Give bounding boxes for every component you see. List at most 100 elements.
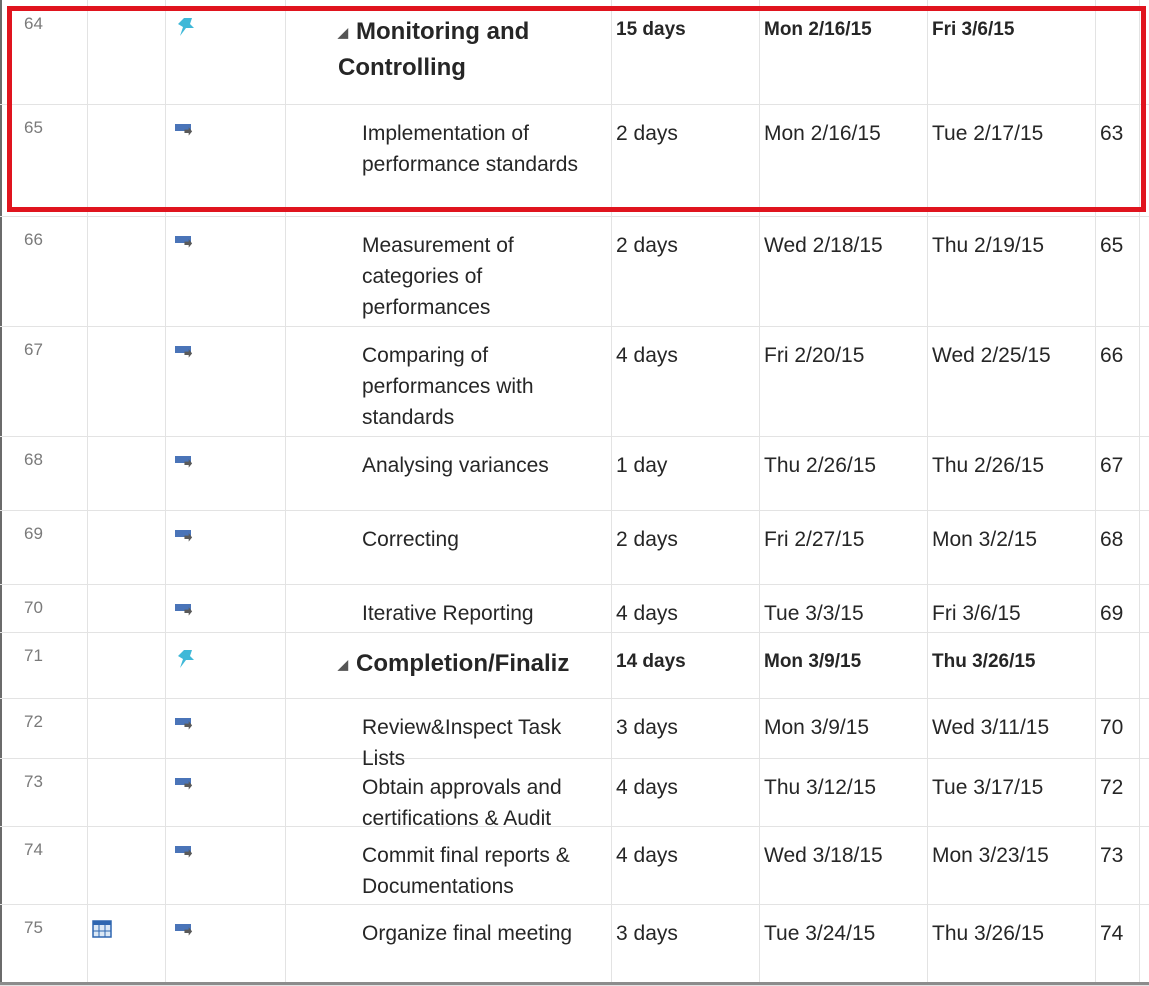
predecessors-cell[interactable]: 72	[1096, 758, 1140, 826]
task-mode-cell[interactable]	[166, 216, 286, 326]
finish-cell[interactable]: Mon 3/2/15	[928, 510, 1096, 584]
collapse-triangle-icon[interactable]: ◢	[338, 25, 348, 40]
task-row[interactable]: 67 Comparing of performances with standar…	[0, 326, 1149, 437]
task-row[interactable]: 73 Obtain approvals and certifications & …	[0, 758, 1149, 830]
duration-cell[interactable]: 3 days	[612, 904, 760, 985]
task-name-cell[interactable]: Iterative Reporting	[286, 584, 612, 632]
start-cell[interactable]: Fri 2/20/15	[760, 326, 928, 436]
row-id-cell[interactable]: 73	[0, 758, 88, 826]
predecessors-cell[interactable]: 63	[1096, 104, 1140, 216]
finish-cell[interactable]: Thu 3/26/15	[928, 632, 1096, 698]
task-name-cell[interactable]: Organize final meeting	[286, 904, 612, 985]
duration-cell[interactable]: 2 days	[612, 510, 760, 584]
row-id-cell[interactable]: 75	[0, 904, 88, 985]
task-mode-cell[interactable]	[166, 904, 286, 985]
duration-cell[interactable]: 15 days	[612, 0, 760, 104]
start-cell[interactable]: Fri 2/27/15	[760, 510, 928, 584]
task-mode-cell[interactable]	[166, 584, 286, 632]
task-name-cell[interactable]: Obtain approvals and certifications & Au…	[286, 758, 612, 830]
task-mode-cell[interactable]	[166, 758, 286, 826]
finish-cell[interactable]: Fri 3/6/15	[928, 0, 1096, 104]
predecessors-cell[interactable]: 73	[1096, 826, 1140, 904]
summary-task-row[interactable]: 71 ◢ Completion/Finaliz 14 days Mon 3/9/15 Th…	[0, 632, 1149, 699]
finish-cell[interactable]: Thu 3/26/15	[928, 904, 1096, 985]
task-row[interactable]: 72 Review&Inspect Task Lists 3 days Mon 3/9…	[0, 698, 1149, 770]
task-mode-cell[interactable]	[166, 826, 286, 904]
duration-cell[interactable]: 1 day	[612, 436, 760, 510]
start-cell[interactable]: Thu 2/26/15	[760, 436, 928, 510]
predecessors-cell[interactable]: 65	[1096, 216, 1140, 326]
task-row[interactable]: 68 Analysing variances 1 day Thu 2/26/15 Thu…	[0, 436, 1149, 511]
predecessors-cell[interactable]: 69	[1096, 584, 1140, 632]
finish-cell[interactable]: Thu 2/19/15	[928, 216, 1096, 326]
task-row[interactable]: 70 Iterative Reporting 4 days Tue 3/3/15 Fri…	[0, 584, 1149, 633]
row-id-cell[interactable]: 72	[0, 698, 88, 758]
task-mode-cell[interactable]	[166, 0, 286, 104]
start-cell[interactable]: Mon 2/16/15	[760, 0, 928, 104]
row-id-cell[interactable]: 74	[0, 826, 88, 904]
task-name-cell[interactable]: Measurement of categories of performance…	[286, 216, 612, 326]
row-id-cell[interactable]: 70	[0, 584, 88, 632]
row-id-cell[interactable]: 64	[0, 0, 88, 104]
duration-cell[interactable]: 4 days	[612, 826, 760, 904]
predecessors-cell[interactable]: 66	[1096, 326, 1140, 436]
duration-cell[interactable]: 4 days	[612, 326, 760, 436]
row-id-cell[interactable]: 68	[0, 436, 88, 510]
task-name-cell[interactable]: Correcting	[286, 510, 612, 584]
finish-cell[interactable]: Wed 2/25/15	[928, 326, 1096, 436]
task-name-cell[interactable]: Comparing of performances with standards	[286, 326, 612, 436]
task-row[interactable]: 65 Implementation of performance standard…	[0, 104, 1149, 217]
start-cell[interactable]: Thu 3/12/15	[760, 758, 928, 826]
column-edge	[1140, 826, 1149, 904]
task-row[interactable]: 66 Measurement of categories of performan…	[0, 216, 1149, 327]
task-mode-cell[interactable]	[166, 326, 286, 436]
predecessors-cell[interactable]: 70	[1096, 698, 1140, 758]
row-id-cell[interactable]: 66	[0, 216, 88, 326]
start-cell[interactable]: Mon 2/16/15	[760, 104, 928, 216]
finish-cell[interactable]: Tue 2/17/15	[928, 104, 1096, 216]
task-mode-cell[interactable]	[166, 436, 286, 510]
start-cell[interactable]: Tue 3/3/15	[760, 584, 928, 632]
predecessors-cell[interactable]: 68	[1096, 510, 1140, 584]
start-cell[interactable]: Mon 3/9/15	[760, 698, 928, 758]
row-id-cell[interactable]: 65	[0, 104, 88, 216]
task-mode-cell[interactable]	[166, 104, 286, 216]
finish-cell[interactable]: Fri 3/6/15	[928, 584, 1096, 632]
finish-cell[interactable]: Tue 3/17/15	[928, 758, 1096, 826]
task-row[interactable]: 69 Correcting 2 days Fri 2/27/15 Mon 3/2/15 6…	[0, 510, 1149, 585]
collapse-triangle-icon[interactable]: ◢	[338, 657, 348, 672]
task-name-cell[interactable]: ◢ Completion/Finaliz	[286, 632, 612, 698]
calendar-icon[interactable]	[92, 920, 112, 943]
summary-task-row[interactable]: 64 ◢ Monitoring and Controlling 15 days Mon …	[0, 0, 1149, 105]
row-id-cell[interactable]: 67	[0, 326, 88, 436]
predecessors-cell[interactable]	[1096, 632, 1140, 698]
row-id-cell[interactable]: 69	[0, 510, 88, 584]
task-row[interactable]: 74 Commit final reports & Documentations 4…	[0, 826, 1149, 905]
predecessors-cell[interactable]: 67	[1096, 436, 1140, 510]
finish-cell[interactable]: Thu 2/26/15	[928, 436, 1096, 510]
task-name-cell[interactable]: ◢ Monitoring and Controlling	[286, 0, 612, 104]
task-mode-cell[interactable]	[166, 632, 286, 698]
duration-cell[interactable]: 3 days	[612, 698, 760, 758]
task-name-cell[interactable]: Implementation of performance standards	[286, 104, 612, 216]
task-row[interactable]: 75 Organize final meeting 3 days Tue 3/24/1…	[0, 904, 1149, 986]
duration-cell[interactable]: 4 days	[612, 758, 760, 826]
duration-cell[interactable]: 14 days	[612, 632, 760, 698]
task-mode-cell[interactable]	[166, 510, 286, 584]
task-mode-cell[interactable]	[166, 698, 286, 758]
predecessors-cell[interactable]: 74	[1096, 904, 1140, 985]
task-name-cell[interactable]: Commit final reports & Documentations	[286, 826, 612, 904]
duration-cell[interactable]: 2 days	[612, 216, 760, 326]
start-cell[interactable]: Mon 3/9/15	[760, 632, 928, 698]
row-id-cell[interactable]: 71	[0, 632, 88, 698]
finish-cell[interactable]: Mon 3/23/15	[928, 826, 1096, 904]
start-cell[interactable]: Tue 3/24/15	[760, 904, 928, 985]
duration-cell[interactable]: 4 days	[612, 584, 760, 632]
task-name-cell[interactable]: Review&Inspect Task Lists	[286, 698, 612, 770]
start-cell[interactable]: Wed 2/18/15	[760, 216, 928, 326]
task-name-cell[interactable]: Analysing variances	[286, 436, 612, 510]
start-cell[interactable]: Wed 3/18/15	[760, 826, 928, 904]
duration-cell[interactable]: 2 days	[612, 104, 760, 216]
finish-cell[interactable]: Wed 3/11/15	[928, 698, 1096, 758]
predecessors-cell[interactable]	[1096, 0, 1140, 104]
